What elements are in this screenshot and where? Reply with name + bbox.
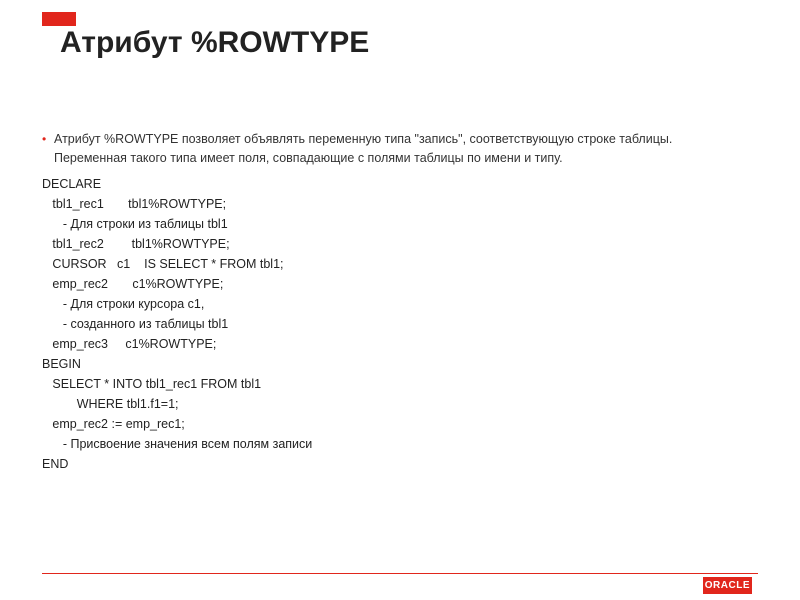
bullet-dot: •: [42, 130, 54, 168]
oracle-logo-text: ORACLE: [705, 580, 750, 591]
code-block: DECLARE tbl1_rec1 tbl1%ROWTYPE; - Для ст…: [42, 174, 742, 474]
slide-body: • Атрибут %ROWTYPE позволяет объявлять п…: [42, 130, 742, 474]
bullet-item: • Атрибут %ROWTYPE позволяет объявлять п…: [42, 130, 742, 168]
footer-divider: [42, 573, 758, 574]
accent-bar: [42, 12, 76, 26]
bullet-text: Атрибут %ROWTYPE позволяет объявлять пер…: [54, 130, 742, 168]
slide-title: Атрибут %ROWTYPE: [60, 26, 369, 60]
oracle-logo: ORACLE: [703, 577, 752, 594]
